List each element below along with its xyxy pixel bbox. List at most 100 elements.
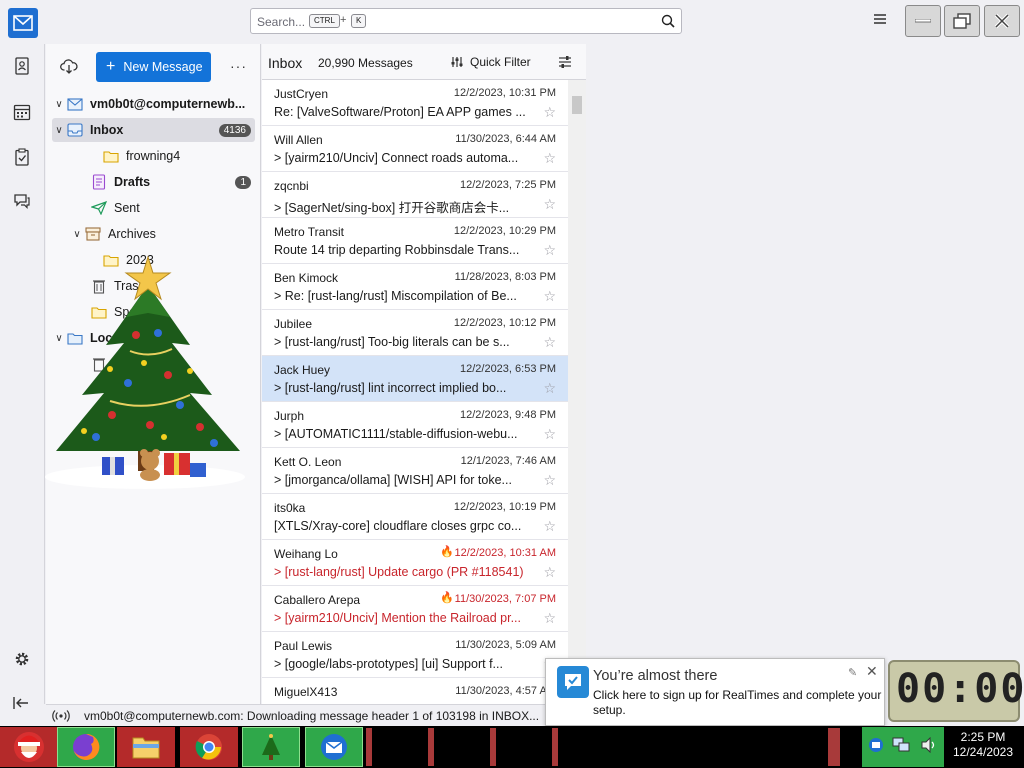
- file-explorer-taskbar-button[interactable]: [117, 727, 175, 767]
- unread-badge: 1: [235, 175, 251, 189]
- thread-chevron-icon[interactable]: >: [274, 289, 285, 303]
- message-row[interactable]: Jubilee 12/2/2023, 10:12 PM > [rust-lang…: [262, 310, 568, 356]
- folder-archives[interactable]: ∨ Archives: [52, 222, 255, 246]
- star-icon[interactable]: ☆: [543, 610, 556, 627]
- account-row[interactable]: ∨ vm0b0t@computernewb...: [52, 92, 255, 116]
- folder-drafts[interactable]: Drafts 1: [52, 170, 255, 194]
- chrome-taskbar-button[interactable]: [180, 727, 238, 767]
- chevron-down-icon[interactable]: ∨: [70, 229, 84, 240]
- mail-app-icon[interactable]: [8, 8, 38, 38]
- restore-button[interactable]: [944, 5, 980, 37]
- subject: > [jmorganca/ollama] [WISH] API for toke…: [274, 473, 534, 487]
- volume-icon[interactable]: [920, 736, 938, 756]
- folder-frowning4[interactable]: frowning4: [52, 144, 255, 168]
- notification-body[interactable]: Click here to sign up for RealTimes and …: [593, 688, 883, 718]
- thread-chevron-icon[interactable]: >: [274, 657, 285, 671]
- pin-icon[interactable]: ✎: [848, 666, 857, 679]
- archive-icon: [84, 226, 102, 242]
- thread-chevron-icon[interactable]: >: [274, 565, 285, 579]
- close-icon[interactable]: ✕: [866, 663, 878, 680]
- subject: > Re: [rust-lang/rust] Miscompilation of…: [274, 289, 534, 303]
- realtimes-logo-icon: [557, 666, 589, 698]
- star-icon[interactable]: ☆: [543, 518, 556, 535]
- taskbar-clock[interactable]: 2:25 PM 12/24/2023: [946, 730, 1020, 760]
- thread-chevron-icon[interactable]: >: [274, 151, 285, 165]
- date: 12/2/2023, 9:48 PM: [459, 409, 556, 421]
- message-list: JustCryen 12/2/2023, 10:31 PM Re: [Valve…: [262, 80, 568, 704]
- tasks-icon[interactable]: [12, 147, 32, 167]
- subject: > [SagerNet/sing-box] 打开谷歌商店会卡...: [274, 197, 534, 216]
- subject-text: [rust-lang/rust] Too-big literals can be…: [284, 335, 510, 349]
- folder-inbox[interactable]: ∨ Inbox 4136: [52, 118, 255, 142]
- taskbar-separator: [428, 728, 434, 766]
- sender: zqcnbi: [274, 179, 309, 193]
- minimize-button[interactable]: [905, 5, 941, 37]
- account-name: vm0b0t@computernewb...: [90, 97, 246, 111]
- star-icon[interactable]: ☆: [543, 334, 556, 351]
- collapse-toolbar-icon[interactable]: [12, 696, 30, 713]
- unread-badge: 4136: [218, 123, 251, 137]
- firefox-taskbar-button[interactable]: [57, 727, 115, 767]
- thread-chevron-icon[interactable]: >: [274, 381, 285, 395]
- thread-chevron-icon[interactable]: >: [274, 427, 285, 441]
- chevron-down-icon[interactable]: ∨: [52, 125, 66, 136]
- star-icon[interactable]: ☆: [543, 196, 556, 213]
- message-row-important[interactable]: Weihang Lo 🔥 12/2/2023, 10:31 AM > [rust…: [262, 540, 568, 586]
- search-icon[interactable]: [661, 14, 675, 31]
- message-row-important[interactable]: Caballero Arepa 🔥 11/30/2023, 7:07 PM > …: [262, 586, 568, 632]
- message-row[interactable]: Will Allen 11/30/2023, 6:44 AM > [yairm2…: [262, 126, 568, 172]
- message-row[interactable]: Paul Lewis 11/30/2023, 5:09 AM > [google…: [262, 632, 568, 678]
- message-row-selected[interactable]: Jack Huey 12/2/2023, 6:53 PM > [rust-lan…: [262, 356, 568, 402]
- address-book-icon[interactable]: [12, 56, 32, 76]
- scrollbar-thumb[interactable]: [572, 96, 582, 114]
- get-messages-icon[interactable]: [60, 58, 78, 77]
- message-row[interactable]: MiguelX413 11/30/2023, 4:57 AM: [262, 678, 568, 704]
- star-icon[interactable]: ☆: [543, 242, 556, 259]
- notification-title: You’re almost there: [593, 668, 718, 684]
- display-options-icon[interactable]: [558, 55, 572, 72]
- network-icon[interactable]: [892, 737, 910, 756]
- message-row[interactable]: JustCryen 12/2/2023, 10:31 PM Re: [Valve…: [262, 80, 568, 126]
- star-icon[interactable]: ☆: [543, 104, 556, 121]
- folder-label: Archives: [108, 227, 156, 241]
- account-mail-icon: [66, 96, 84, 112]
- quick-filter-button[interactable]: Quick Filter: [450, 55, 531, 69]
- star-icon[interactable]: ☆: [543, 426, 556, 443]
- thread-chevron-icon[interactable]: >: [274, 611, 285, 625]
- folder-sent[interactable]: Sent: [52, 196, 255, 220]
- search-input[interactable]: Search... CTRL + K: [250, 8, 682, 34]
- chat-icon[interactable]: [12, 191, 32, 211]
- message-row[interactable]: Ben Kimock 11/28/2023, 8:03 PM > Re: [ru…: [262, 264, 568, 310]
- thread-scrollbar[interactable]: [568, 80, 586, 704]
- star-icon[interactable]: ☆: [543, 564, 556, 581]
- taskbar-separator: [828, 728, 840, 766]
- chevron-down-icon[interactable]: ∨: [52, 99, 66, 110]
- settings-gear-icon[interactable]: [12, 649, 32, 669]
- realtimes-notification[interactable]: You’re almost there Click here to sign u…: [545, 658, 885, 726]
- start-button[interactable]: [0, 727, 58, 767]
- thread-chevron-icon[interactable]: >: [274, 201, 285, 215]
- star-icon[interactable]: ☆: [543, 288, 556, 305]
- message-row[interactable]: Metro Transit 12/2/2023, 10:29 PM Route …: [262, 218, 568, 264]
- message-row[interactable]: Jurph 12/2/2023, 9:48 PM > [AUTOMATIC111…: [262, 402, 568, 448]
- star-icon[interactable]: ☆: [543, 150, 556, 167]
- tray-thunderbird-icon[interactable]: [868, 737, 884, 756]
- shortcut-ctrl-key: CTRL: [309, 14, 340, 28]
- message-row[interactable]: Kett O. Leon 12/1/2023, 7:46 AM > [jmorg…: [262, 448, 568, 494]
- thread-chevron-icon[interactable]: >: [274, 473, 285, 487]
- star-icon[interactable]: ☆: [543, 472, 556, 489]
- subject-text: [google/labs-prototypes] [ui] Support f.…: [284, 657, 503, 671]
- thread-chevron-icon[interactable]: >: [274, 335, 285, 349]
- message-row[interactable]: zqcnbi 12/2/2023, 7:25 PM > [SagerNet/si…: [262, 172, 568, 218]
- folder-pane-menu-button[interactable]: ···: [230, 58, 247, 74]
- new-message-button[interactable]: + New Message: [96, 52, 211, 82]
- app-menu-icon[interactable]: [872, 12, 888, 29]
- desktop-clock-widget: 00:00: [888, 660, 1024, 722]
- star-icon[interactable]: ☆: [543, 380, 556, 397]
- subject-text: [yairm210/Unciv] Mention the Railroad pr…: [284, 611, 521, 625]
- thunderbird-taskbar-button[interactable]: [305, 727, 363, 767]
- close-button[interactable]: [984, 5, 1020, 37]
- calendar-icon[interactable]: [12, 102, 32, 122]
- message-row[interactable]: its0ka 12/2/2023, 10:19 PM [XTLS/Xray-co…: [262, 494, 568, 540]
- christmas-tree-taskbar-button[interactable]: [242, 727, 300, 767]
